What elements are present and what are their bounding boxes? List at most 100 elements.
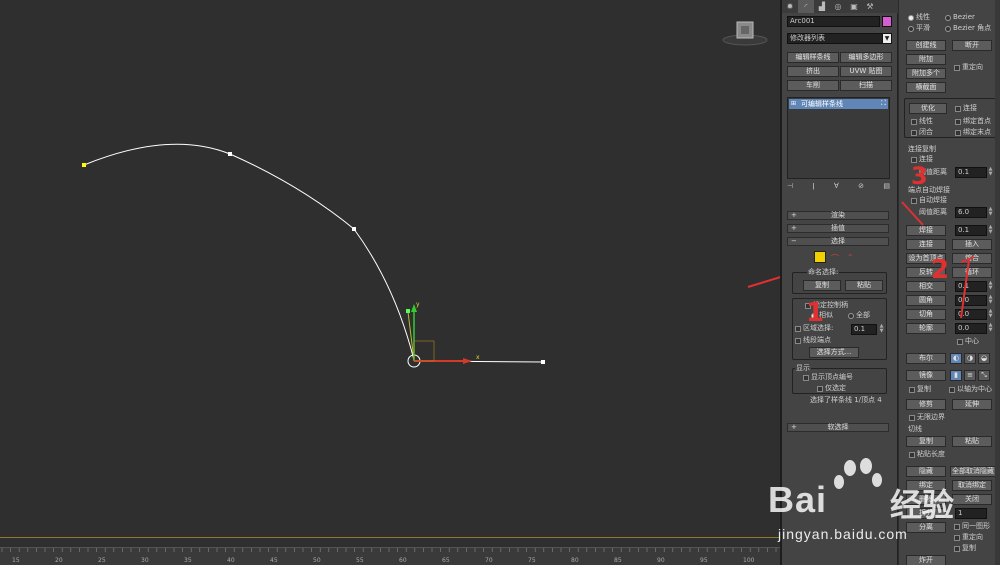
timeline-ruler[interactable]: 15 20 25 30 35 40 45 50 55 60 65 70 75 80 85 90 95 100 (0, 547, 780, 565)
fillet-spinner[interactable]: ▲ ▼ (988, 295, 993, 306)
create-icon[interactable]: ✹ (782, 0, 798, 13)
boolean-button[interactable]: 布尔 (906, 353, 946, 364)
area-select-checkbox[interactable] (795, 326, 801, 332)
stack-item[interactable]: ⊞ 可编辑样条线 ⛶ (789, 99, 888, 109)
linear-radio[interactable] (908, 15, 914, 21)
soft-selection-rollout[interactable]: + 软选择 (787, 423, 889, 432)
connect-checkbox[interactable] (955, 106, 961, 112)
attach-button[interactable]: 附加 (906, 54, 946, 65)
spline-mode-icon[interactable]: ⌃ (847, 253, 854, 262)
stack-toggle-icon[interactable]: ⛶ (881, 99, 886, 108)
attach-mult-button[interactable]: 附加多个 (906, 68, 946, 79)
ruler-tick-label: 30 (141, 557, 149, 564)
render-rollout[interactable]: + 渲染 (787, 211, 889, 220)
threshold2-spinner[interactable]: ▲ ▼ (988, 207, 993, 218)
extend-button[interactable]: 延伸 (952, 399, 992, 410)
reorient-checkbox[interactable] (954, 65, 960, 71)
bind-first-checkbox[interactable] (955, 119, 961, 125)
expand-icon[interactable]: ⊞ (791, 100, 796, 107)
utilities-icon[interactable]: ⚒ (862, 0, 878, 13)
show-vertex-numbers-checkbox[interactable] (803, 375, 809, 381)
break-button[interactable]: 断开 (952, 40, 992, 51)
smooth-radio[interactable] (908, 26, 914, 32)
create-line-button[interactable]: 创建线 (906, 40, 946, 51)
union-icon[interactable]: ◐ (950, 353, 962, 364)
select-by-button[interactable]: 选择方式... (809, 347, 859, 358)
center-checkbox[interactable] (957, 339, 963, 345)
motion-icon[interactable]: ◎ (830, 0, 846, 13)
paste-selection-button[interactable]: 粘贴 (845, 280, 883, 291)
object-name-field[interactable]: Arc001 (787, 16, 880, 27)
mirror-both-icon[interactable]: ⤡ (978, 370, 990, 381)
linear-checkbox[interactable] (911, 119, 917, 125)
center-label: 中心 (965, 337, 979, 345)
mirror-h-icon[interactable]: ▮ (950, 370, 962, 381)
bezier-corner-label: Bezier 角点 (953, 24, 992, 32)
segment-mode-icon[interactable]: ⌒ (831, 253, 839, 264)
perspective-viewport[interactable]: x y (0, 0, 780, 548)
copy-tangent-button[interactable]: 复制 (906, 436, 946, 447)
modify-icon[interactable]: ◜ (798, 0, 814, 13)
modifier-list-dropdown[interactable]: 修改器列表 (787, 33, 883, 44)
ruler-tick-label: 50 (313, 557, 321, 564)
lathe-button[interactable]: 车削 (787, 80, 839, 91)
about-pivot-checkbox[interactable] (949, 387, 955, 393)
mirror-v-icon[interactable]: ≡ (964, 370, 976, 381)
all-radio[interactable] (848, 313, 854, 319)
linear2-label: 线性 (919, 117, 933, 125)
closed-checkbox[interactable] (911, 130, 917, 136)
weld-spinner[interactable]: ▲ ▼ (988, 225, 993, 236)
bind-last-checkbox[interactable] (955, 130, 961, 136)
display-label: 显示 (795, 364, 811, 373)
uvw-map-button[interactable]: UVW 贴图 (840, 66, 892, 77)
ruler-tick-label: 35 (184, 557, 192, 564)
intersect-icon[interactable]: ◒ (978, 353, 990, 364)
segment-end-checkbox[interactable] (795, 338, 801, 344)
outline-spinner[interactable]: ▲ ▼ (988, 323, 993, 334)
threshold-field[interactable]: 0.1 (955, 167, 987, 178)
display-icon[interactable]: ▣ (846, 0, 862, 13)
area-select-spinner[interactable]: ▲ ▼ (879, 324, 884, 335)
threshold-spinner[interactable]: ▲ ▼ (988, 167, 993, 178)
selected-only-checkbox[interactable] (817, 386, 823, 392)
bezier-radio[interactable] (945, 15, 951, 21)
chevron-down-icon[interactable]: ▼ (882, 33, 892, 44)
subtract-icon[interactable]: ◑ (964, 353, 976, 364)
viewcube-icon[interactable] (722, 18, 768, 48)
paste-tangent-button[interactable]: 粘贴 (952, 436, 992, 447)
copy-checkbox[interactable] (909, 387, 915, 393)
vertex-mode-icon[interactable] (814, 251, 826, 263)
cross-section-button[interactable]: 横截面 (906, 82, 946, 93)
ruler-tick-label: 65 (442, 557, 450, 564)
show-end-result-icon[interactable]: ǀ (812, 182, 814, 192)
chamfer-spinner[interactable]: ▲ ▼ (988, 309, 993, 320)
ruler-tick-label: 40 (227, 557, 235, 564)
pin-stack-icon[interactable]: ⊣ (787, 182, 793, 192)
infinite-bounds-checkbox[interactable] (909, 415, 915, 421)
interpolation-rollout[interactable]: + 插值 (787, 224, 889, 233)
object-color-swatch[interactable] (882, 16, 892, 27)
scene-canvas[interactable]: x y (0, 0, 780, 548)
make-unique-icon[interactable]: ∀ (834, 182, 839, 192)
bezier-corner-radio[interactable] (945, 26, 951, 32)
extrude-button[interactable]: 挤出 (787, 66, 839, 77)
edit-poly-button[interactable]: 编辑多边形 (840, 52, 892, 63)
ruler-tick-label: 95 (700, 557, 708, 564)
copy-selection-button[interactable]: 复制 (803, 280, 841, 291)
plus-icon: + (791, 211, 797, 219)
remove-modifier-icon[interactable]: ⊘ (858, 182, 864, 192)
area-select-field[interactable]: 0.1 (851, 324, 877, 335)
cross-insert-spinner[interactable]: ▲ ▼ (988, 281, 993, 292)
selection-rollout[interactable]: − 选择 (787, 237, 889, 246)
refine-group: 优化 连接 线性 绑定首点 闭合 绑定末点 (904, 98, 996, 138)
refine-button[interactable]: 优化 (909, 103, 947, 114)
selected-vertex-handle (406, 309, 410, 313)
configure-modifier-icon[interactable]: ▤ (883, 182, 890, 192)
ruler-tick-label: 55 (356, 557, 364, 564)
trim-button[interactable]: 修剪 (906, 399, 946, 410)
hierarchy-icon[interactable]: ▟ (814, 0, 830, 13)
edit-spline-button[interactable]: 编辑样条线 (787, 52, 839, 63)
sweep-button[interactable]: 扫描 (840, 80, 892, 91)
mirror-button[interactable]: 镜像 (906, 370, 946, 381)
copy2-label: 复制 (917, 385, 931, 393)
